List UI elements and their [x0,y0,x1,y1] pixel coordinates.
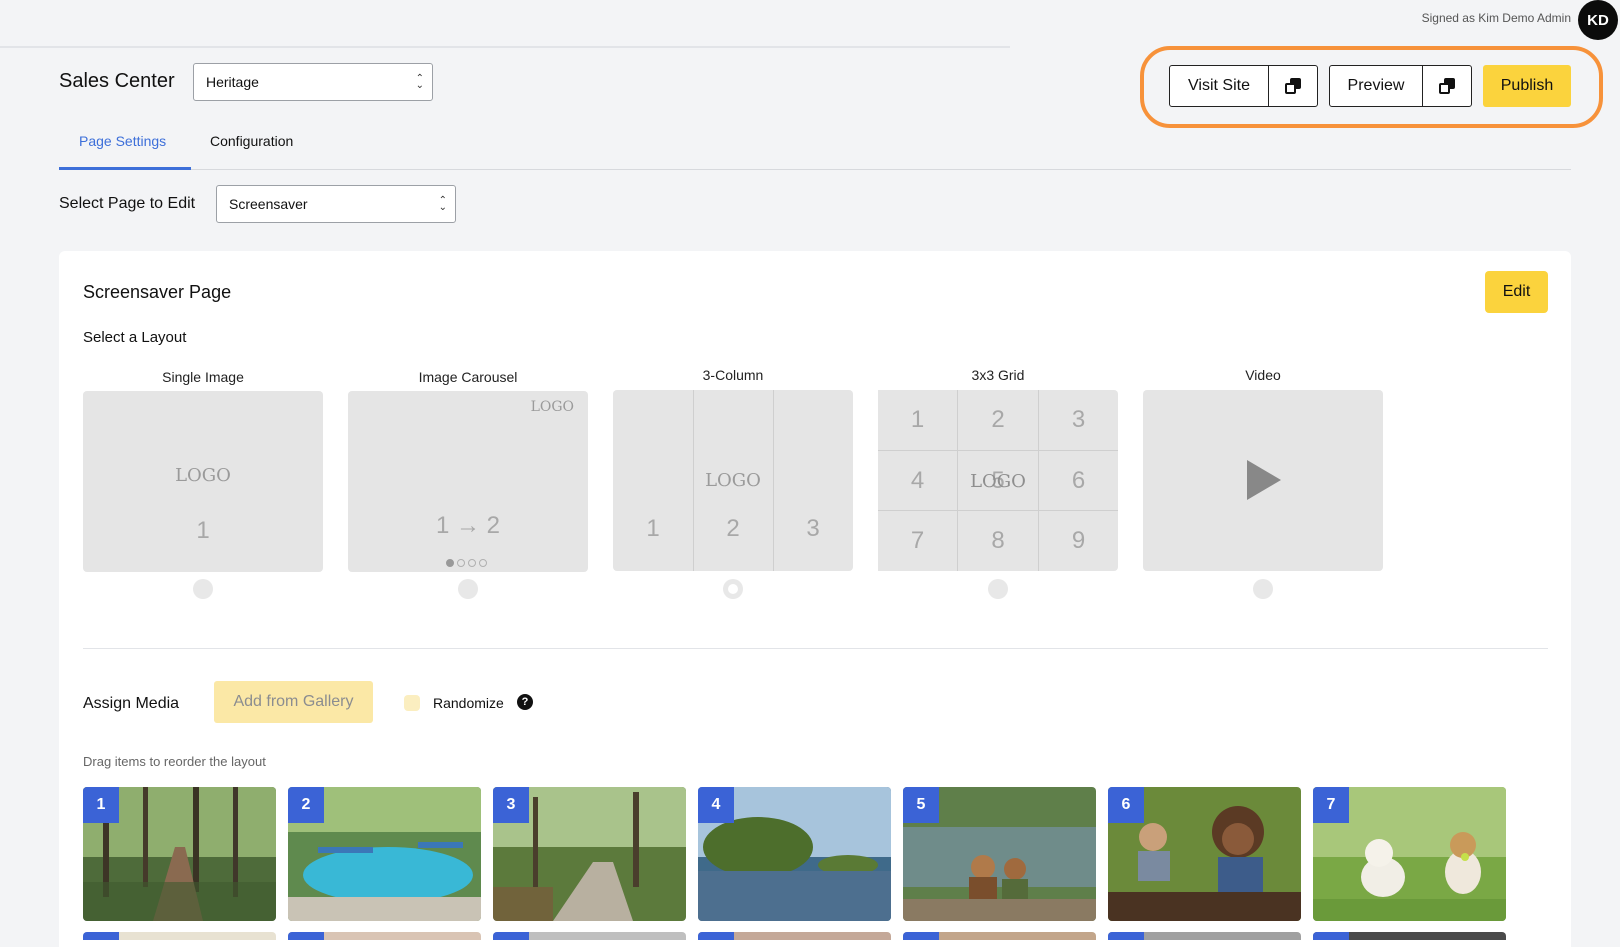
layout-label: 3x3 Grid [971,367,1025,383]
tab-page-settings[interactable]: Page Settings [79,133,166,149]
grid-cell: 6 [1071,466,1086,494]
active-tab-indicator [59,167,191,170]
layout-radio-single-image[interactable] [193,579,213,599]
media-item[interactable] [83,932,276,940]
logo-placeholder: LOGO [705,470,761,491]
layout-radio-video[interactable] [1253,579,1273,599]
column-number: 1 [646,515,660,542]
media-item[interactable]: 3 [493,787,686,921]
media-order-badge: 3 [493,787,529,823]
add-from-gallery-button[interactable]: Add from Gallery [214,681,373,723]
preview-button[interactable]: Preview [1330,66,1422,106]
preview-copy-button[interactable] [1422,66,1471,106]
media-order-badge: 7 [1313,787,1349,823]
layout-radio-3-column[interactable] [723,579,743,599]
grid-cell: 4 [910,466,925,494]
media-order-badge: 4 [698,787,734,823]
card-title: Screensaver Page [83,282,232,302]
grid-cell: 8 [991,527,1005,554]
top-divider [0,46,1010,48]
layout-label: 3-Column [702,367,764,383]
layout-tile-single-image[interactable]: LOGO 1 [83,391,323,572]
layout-tile-3-column[interactable]: LOGO 1 2 3 [613,390,853,571]
chevron-updown-icon: ⌃ ⌄ [415,73,424,91]
layout-radio-image-carousel[interactable] [458,579,478,599]
grid-cell: 3 [1071,406,1086,433]
media-item[interactable]: 5 [903,787,1096,921]
visit-site-group: Visit Site [1169,65,1318,107]
signed-in-text: Signed as Kim Demo Admin [1421,11,1571,25]
column-number: 2 [726,515,740,542]
grid-cell: 1 [910,406,925,433]
edit-button[interactable]: Edit [1485,271,1548,313]
play-icon [1247,460,1281,500]
page-select-value: Screensaver [229,196,308,212]
tab-configuration[interactable]: Configuration [210,133,293,149]
logo-placeholder: LOGO [530,399,574,415]
layout-tile-3x3-grid[interactable]: 1 2 3 4 5 6 7 8 9 LOGO [878,390,1118,571]
media-item[interactable]: 7 [1313,787,1506,921]
media-item[interactable] [288,932,481,940]
media-item[interactable] [698,932,891,940]
select-page-label: Select Page to Edit [59,195,196,212]
carousel-dots [446,559,487,567]
grid-cell: 2 [991,406,1005,433]
randomize-checkbox[interactable] [404,695,420,711]
media-item[interactable]: 4 [698,787,891,921]
logo-placeholder: LOGO [175,465,231,486]
assign-media-label: Assign Media [83,695,180,712]
visit-site-copy-button[interactable] [1268,66,1317,106]
media-item[interactable]: 1 [83,787,276,921]
layout-radio-3x3-grid[interactable] [988,579,1008,599]
copy-icon [1439,78,1455,94]
media-item[interactable] [1108,932,1301,940]
slot-number: 1 [196,517,210,544]
layout-tile-video[interactable] [1143,390,1383,571]
preview-group: Preview [1329,65,1472,107]
layout-tile-image-carousel[interactable]: LOGO 1 → 2 [348,391,588,572]
media-item[interactable] [493,932,686,940]
grid-cell: 9 [1071,527,1086,554]
tab-bar: Page Settings Configuration [59,127,1571,170]
layout-label: Video [1245,367,1281,383]
media-item[interactable] [903,932,1096,940]
logo-placeholder: LOGO [970,471,1026,492]
app-title: Sales Center [59,70,175,92]
grid-cell: 7 [910,527,925,554]
page-select[interactable]: Screensaver ⌃ ⌄ [216,185,456,223]
layout-label: Image Carousel [418,369,518,385]
section-divider [83,648,1548,649]
site-select-value: Heritage [206,74,259,90]
layout-heading: Select a Layout [83,329,187,346]
carousel-sequence: 1 → 2 [435,512,501,539]
visit-site-button[interactable]: Visit Site [1170,66,1268,106]
media-item[interactable] [1313,932,1506,940]
media-item[interactable]: 6 [1108,787,1301,921]
media-order-badge: 6 [1108,787,1144,823]
avatar[interactable]: KD [1578,0,1618,40]
help-icon[interactable]: ? [517,694,533,710]
chevron-updown-icon: ⌃ ⌄ [438,195,447,213]
media-item[interactable]: 2 [288,787,481,921]
publish-button[interactable]: Publish [1483,65,1571,107]
randomize-label: Randomize [433,695,504,711]
layout-label: Single Image [162,369,244,385]
screensaver-card: Screensaver Page Edit Select a Layout Si… [59,251,1571,947]
site-select[interactable]: Heritage ⌃ ⌄ [193,63,433,101]
top-bar: Signed as Kim Demo Admin KD [0,0,1620,48]
copy-icon [1285,78,1301,94]
media-order-badge: 2 [288,787,324,823]
drag-hint: Drag items to reorder the layout [83,754,266,769]
column-number: 3 [806,515,820,542]
media-order-badge: 5 [903,787,939,823]
media-order-badge: 1 [83,787,119,823]
